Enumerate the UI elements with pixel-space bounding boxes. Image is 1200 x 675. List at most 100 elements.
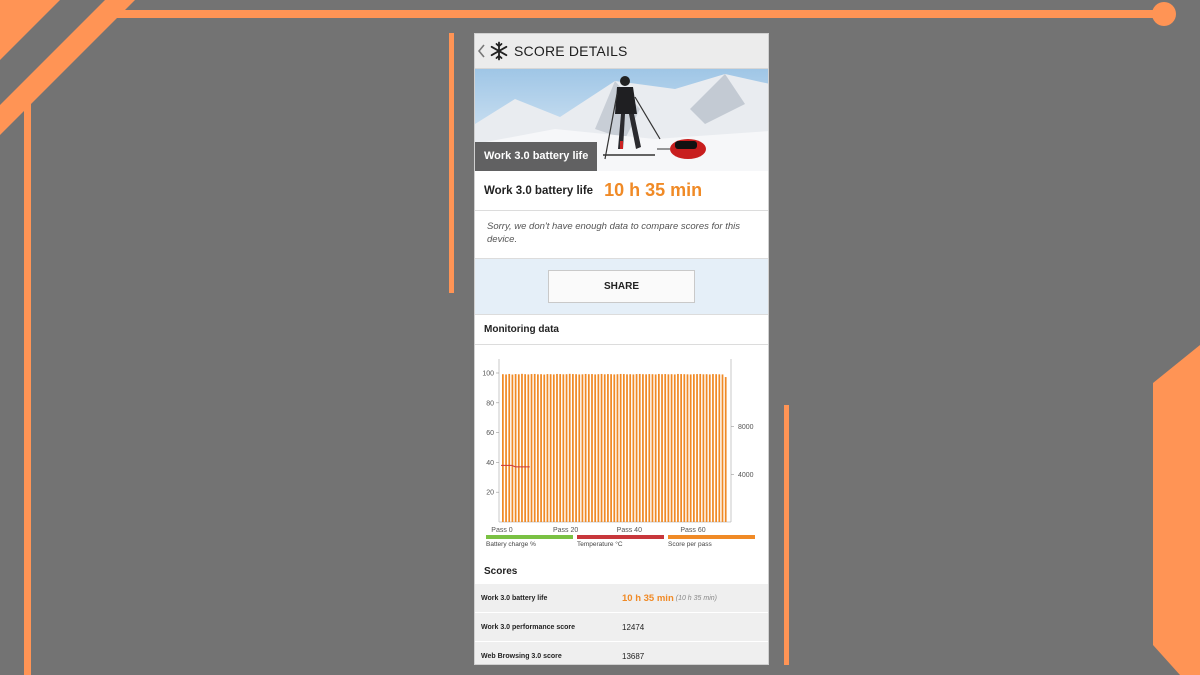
x-tick-label: Pass 20 — [553, 527, 578, 534]
score-bar — [724, 377, 727, 522]
score-bar — [654, 374, 657, 522]
legend-swatch — [486, 535, 573, 539]
score-bar — [581, 374, 584, 522]
score-bar — [556, 373, 558, 522]
score-name: Web Browsing 3.0 score — [481, 652, 562, 660]
legend-item: Battery charge % — [486, 535, 573, 548]
score-bar — [619, 373, 622, 522]
score-bar — [530, 374, 533, 522]
score-bar — [677, 373, 679, 522]
y-tick-label: 60 — [486, 430, 494, 437]
page-title: SCORE DETAILS — [514, 43, 628, 59]
snowflake-icon — [489, 41, 509, 61]
score-bar — [683, 374, 686, 522]
score-bar — [712, 374, 714, 522]
score-row: Web Browsing 3.0 score 13687 — [475, 642, 768, 664]
hero-caption: Work 3.0 battery life — [475, 142, 598, 171]
monitoring-chart-svg: 100 80 60 40 20 8000 4000 Pass 0 Pass 20 Pass 40 P… — [482, 359, 754, 534]
score-bar — [517, 374, 520, 522]
score-name: Work 3.0 battery life — [481, 594, 548, 602]
score-note: (10 h 35 min) — [675, 594, 717, 602]
score-bar — [546, 374, 549, 522]
score-bar — [600, 373, 603, 522]
score-value: 12474 — [622, 622, 645, 632]
score-bar — [594, 374, 597, 522]
score-bar — [508, 373, 511, 522]
y-right-tick-label: 8000 — [738, 424, 754, 431]
score-bar — [533, 373, 536, 522]
score-bar — [587, 374, 590, 522]
legend-label: Score per pass — [668, 541, 712, 548]
score-bar — [689, 374, 692, 522]
legend-label: Battery charge % — [486, 541, 536, 548]
score-bar — [705, 374, 708, 522]
share-area: SHARE — [475, 259, 768, 315]
score-bar — [613, 374, 616, 522]
x-tick-label: Pass 0 — [491, 527, 513, 534]
chart-legend: Battery charge % Temperature °C Score per … — [475, 535, 768, 559]
score-bar — [540, 374, 542, 522]
score-bar — [549, 374, 552, 522]
score-bar — [626, 374, 628, 522]
score-bar — [651, 374, 654, 522]
score-bar — [622, 374, 625, 522]
y-tick-label: 80 — [486, 400, 494, 407]
app-bar: SCORE DETAILS — [475, 34, 768, 69]
score-bar — [565, 374, 568, 522]
phone-screen: SCORE DETAILS Work 3.0 battery life Work… — [474, 33, 769, 665]
result-summary: Work 3.0 battery life 10 h 35 min — [475, 171, 768, 211]
score-bar — [696, 374, 698, 522]
score-bar — [692, 374, 695, 522]
score-bar — [511, 374, 514, 522]
score-bar — [632, 374, 635, 522]
score-bar — [686, 374, 689, 522]
share-button[interactable]: SHARE — [548, 270, 695, 303]
score-bar — [607, 374, 609, 522]
y-tick-label: 40 — [486, 460, 494, 467]
score-bar — [673, 374, 676, 522]
score-bar — [568, 373, 571, 522]
score-bar — [603, 374, 606, 522]
score-bar — [514, 374, 517, 522]
score-row: Work 3.0 performance score 12474 — [475, 613, 768, 642]
score-bar — [521, 373, 523, 522]
legend-swatch — [577, 535, 664, 539]
score-bar — [527, 374, 530, 522]
score-bar — [543, 374, 546, 522]
score-bar — [721, 374, 724, 522]
score-bar — [575, 374, 577, 522]
score-bar — [537, 374, 539, 522]
legend-item: Temperature °C — [577, 535, 664, 548]
scores-title: Scores — [484, 566, 518, 577]
score-bar — [648, 374, 651, 522]
score-bar — [629, 374, 632, 522]
score-bar — [657, 373, 660, 522]
score-bar — [645, 374, 647, 522]
score-bar — [667, 374, 670, 522]
y-tick-label: 100 — [482, 371, 494, 378]
score-bar — [572, 374, 574, 522]
monitoring-title: Monitoring data — [475, 315, 768, 345]
comparison-notice: Sorry, we don't have enough data to comp… — [475, 211, 768, 259]
legend-swatch — [668, 535, 755, 539]
score-bar — [702, 374, 705, 522]
score-bar — [680, 374, 683, 522]
score-bar — [635, 374, 638, 522]
score-bar — [597, 374, 600, 522]
chevron-left-icon[interactable] — [478, 43, 488, 59]
score-bar — [715, 374, 718, 522]
result-value: 10 h 35 min — [604, 180, 703, 200]
score-bar — [578, 374, 581, 522]
score-value: 10 h 35 min — [622, 592, 674, 604]
score-bar — [708, 374, 711, 522]
y-right-tick-label: 4000 — [738, 472, 754, 479]
score-bar — [638, 373, 641, 522]
score-bar — [718, 374, 721, 522]
score-bar — [670, 374, 673, 522]
score-bar — [559, 374, 562, 522]
x-tick-label: Pass 40 — [617, 527, 642, 534]
score-bar — [664, 374, 667, 522]
score-bar — [584, 373, 587, 522]
score-value: 13687 — [622, 651, 645, 661]
score-bar — [661, 374, 663, 522]
